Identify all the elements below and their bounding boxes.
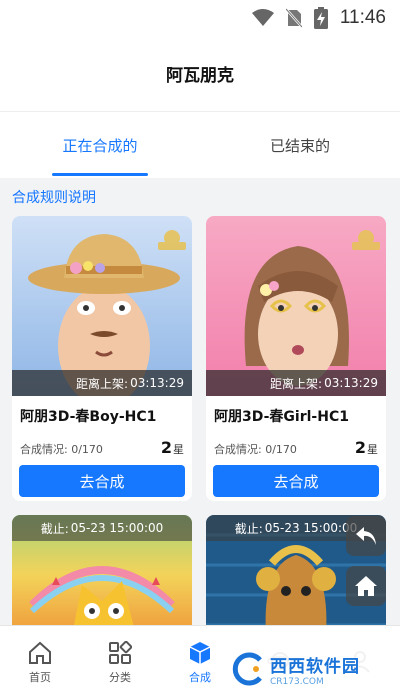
deadline-time: 05-23 15:00:00: [264, 521, 358, 535]
back-button[interactable]: [346, 516, 386, 556]
deadline-label: 截止:: [234, 521, 263, 536]
no-sim-icon: [285, 8, 302, 28]
star-count: 2: [160, 438, 172, 457]
star-unit: 星: [173, 443, 184, 456]
home-icon: [355, 576, 377, 596]
countdown-label: 距离上架:: [270, 376, 323, 391]
rules-link-label: 合成规则说明: [12, 190, 96, 206]
star-rating: 2星: [355, 438, 378, 457]
countdown-overlay: 距离上架: 03:13:29: [206, 370, 386, 396]
card-meta: 合成情况: 0/170 2星: [206, 426, 386, 457]
wifi-icon: [251, 9, 274, 26]
synthesis-progress: 合成情况: 0/170: [20, 441, 103, 457]
card-grid: 距离上架: 03:13:29 阿朋3D-春Boy-HC1 合成情况: 0/170…: [0, 216, 400, 635]
site-watermark: 西西软件园 CR173.COM: [222, 644, 392, 694]
girl-avatar-image: [206, 216, 386, 396]
battery-charging-icon: [313, 7, 328, 29]
nav-label: 首页: [29, 671, 51, 684]
page-title: 阿瓦朋克: [166, 66, 234, 86]
synthesize-button[interactable]: 去合成: [213, 465, 379, 497]
clock: 11:46: [339, 7, 386, 28]
deadline-label: 截止:: [40, 521, 69, 536]
progress-label: 合成情况:: [20, 443, 68, 456]
watermark-subtitle: CR173.COM: [270, 676, 324, 687]
card-title: 阿朋3D-春Girl-HC1: [214, 409, 349, 425]
nft-card[interactable]: 距离上架: 03:13:29 阿朋3D-春Boy-HC1 合成情况: 0/170…: [12, 216, 192, 501]
status-bar: 11:46: [0, 0, 400, 36]
card-title: 阿朋3D-春Boy-HC1: [20, 409, 157, 425]
home-icon: [29, 641, 51, 664]
card-image: 距离上架: 03:13:29: [12, 216, 192, 396]
cube-icon: [189, 642, 211, 664]
watermark-logo-icon: [232, 652, 262, 686]
watermark-title: 西西软件园: [270, 656, 360, 677]
countdown-label: 距离上架:: [76, 376, 129, 391]
home-shortcut-button[interactable]: [346, 566, 386, 606]
tab-label: 已结束的: [269, 136, 330, 155]
tab-in-progress[interactable]: 正在合成的: [0, 112, 200, 178]
card-meta: 合成情况: 0/170 2星: [12, 426, 192, 457]
nav-label: 合成: [189, 671, 211, 684]
nft-card[interactable]: 距离上架: 03:13:29 阿朋3D-春Girl-HC1 合成情况: 0/17…: [206, 216, 386, 501]
progress-value: 0/170: [265, 443, 297, 456]
star-unit: 星: [367, 443, 378, 456]
nft-card[interactable]: 截止: 05-23 15:00:00: [12, 515, 192, 635]
boy-avatar-image: [12, 216, 192, 396]
deadline-time: 05-23 15:00:00: [70, 521, 164, 535]
nav-home[interactable]: 首页: [0, 626, 80, 700]
countdown-time: 03:13:29: [324, 376, 378, 390]
tab-ended[interactable]: 已结束的: [200, 112, 400, 178]
progress-value: 0/170: [71, 443, 103, 456]
tab-bar: 正在合成的 已结束的: [0, 112, 400, 178]
active-tab-indicator: [52, 173, 148, 176]
category-icon: [109, 641, 132, 664]
tab-label: 正在合成的: [62, 136, 138, 155]
synthesize-button[interactable]: 去合成: [19, 465, 185, 497]
watermark-text: 西西软件园 CR173.COM: [270, 652, 360, 687]
back-arrow-icon: [356, 527, 376, 545]
countdown-overlay: 距离上架: 03:13:29: [12, 370, 192, 396]
star-rating: 2星: [161, 438, 184, 457]
deadline-overlay: 截止: 05-23 15:00:00: [12, 515, 192, 541]
card-image: 距离上架: 03:13:29: [206, 216, 386, 396]
progress-label: 合成情况:: [214, 443, 262, 456]
nav-category[interactable]: 分类: [80, 626, 160, 700]
nav-label: 分类: [109, 671, 131, 684]
rules-link[interactable]: 合成规则说明: [0, 178, 400, 216]
app-header: 阿瓦朋克: [0, 36, 400, 112]
synthesis-progress: 合成情况: 0/170: [214, 441, 297, 457]
countdown-time: 03:13:29: [130, 376, 184, 390]
star-count: 2: [354, 438, 366, 457]
